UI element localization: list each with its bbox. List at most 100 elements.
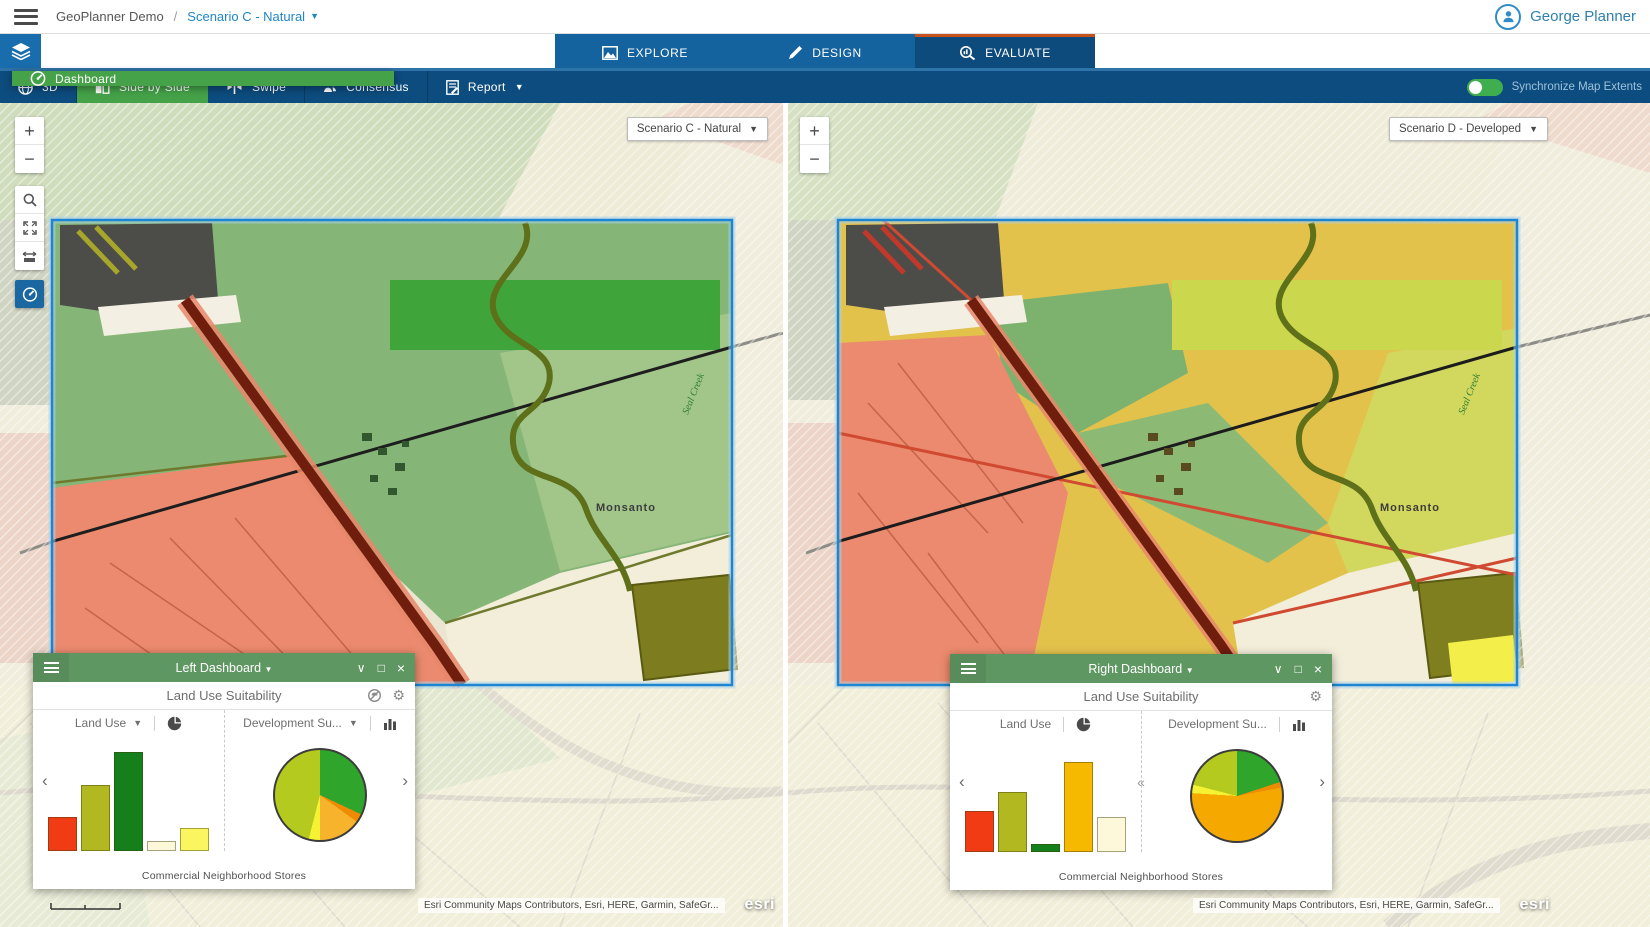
visibility-off-icon[interactable] (367, 688, 382, 703)
full-extent-icon[interactable] (15, 214, 44, 242)
left-dashboard-title: Left Dashboard (176, 661, 261, 675)
dashboard-gauge-icon[interactable] (15, 280, 44, 308)
town-label: Monsanto (1380, 502, 1440, 514)
land-use-chart-cell: Land Use (950, 711, 1141, 852)
chart-selector[interactable]: Land Use (1000, 717, 1051, 731)
zoom-out-button[interactable]: − (800, 145, 829, 173)
prev-chart-arrow[interactable]: ‹ (42, 771, 48, 791)
breadcrumb-separator: / (174, 9, 178, 24)
chevron-down-icon: ▼ (515, 83, 524, 92)
avatar-icon (1495, 4, 1521, 30)
left-scenario-value: Scenario C - Natural (637, 123, 741, 135)
zoom-out-button[interactable]: − (15, 145, 44, 173)
close-icon[interactable]: × (397, 661, 405, 675)
report-button[interactable]: Report ▼ (428, 71, 542, 103)
chart-selector[interactable]: Development Su... (1168, 717, 1267, 731)
report-icon (446, 80, 459, 95)
widget-title: Land Use Suitability (950, 689, 1332, 704)
zoom-in-button[interactable]: + (800, 117, 829, 145)
map-compare-area: Monsanto Seal Creek + − Scenario (0, 103, 1650, 927)
dashboard-gauge-icon (30, 71, 46, 86)
right-dashboard-title: Right Dashboard (1088, 662, 1182, 676)
pie-chart-icon[interactable] (167, 716, 182, 731)
pie-chart-icon[interactable] (1076, 717, 1091, 732)
land-use-bar-chart (48, 738, 209, 851)
panel-menu-icon[interactable] (950, 654, 986, 683)
right-attribution: Esri Community Maps Contributors, Esri, … (1193, 896, 1550, 914)
left-map-panel[interactable]: Monsanto Seal Creek + − Scenario (0, 103, 783, 927)
scenario-breadcrumb-label: Scenario C - Natural (187, 9, 305, 24)
evaluate-icon (959, 45, 976, 60)
attribution-text: Esri Community Maps Contributors, Esri, … (418, 898, 725, 913)
sync-extents-label: Synchronize Map Extents (1512, 81, 1642, 93)
collapse-charts-arrow[interactable]: « (1137, 774, 1145, 790)
right-dashboard-header[interactable]: Right Dashboard ▼ ∨ □ × (950, 654, 1332, 683)
next-chart-arrow[interactable]: › (1319, 772, 1325, 792)
measure-icon[interactable] (15, 242, 44, 270)
tab-explore[interactable]: EXPLORE (555, 34, 735, 68)
right-scenario-selector[interactable]: Scenario D - Developed ▼ (1389, 117, 1548, 141)
user-menu[interactable]: George Planner (1495, 4, 1636, 30)
development-pie-chart (1190, 749, 1284, 843)
widget-title-row: Land Use Suitability ⚙ (33, 682, 415, 710)
tab-design-label: DESIGN (812, 46, 862, 60)
collapse-icon[interactable]: ∨ (357, 662, 366, 674)
dashboard-label: Dashboard (55, 72, 116, 86)
chart-selector[interactable]: Development Su... (243, 716, 342, 730)
tab-explore-label: EXPLORE (627, 46, 688, 60)
chevron-down-icon[interactable]: ▼ (349, 719, 358, 728)
bar-chart-icon[interactable] (1292, 718, 1306, 731)
attribution-text: Esri Community Maps Contributors, Esri, … (1193, 898, 1500, 913)
charts-area: Land Use Development Su... (950, 711, 1332, 852)
development-chart-cell: Development Su... ▼ (224, 710, 415, 851)
sync-extents-toggle[interactable] (1467, 79, 1503, 96)
left-scenario-selector[interactable]: Scenario C - Natural ▼ (627, 117, 768, 141)
left-dashboard-tool (15, 280, 44, 308)
esri-logo: esri (1520, 896, 1550, 914)
development-pie-chart (273, 748, 367, 842)
zoom-in-button[interactable]: + (15, 117, 44, 145)
bar-chart-icon[interactable] (383, 717, 397, 730)
search-icon[interactable] (15, 186, 44, 214)
dashboard-button[interactable]: Dashboard (12, 71, 394, 86)
gear-icon[interactable]: ⚙ (392, 687, 405, 704)
right-zoom-controls: + − (800, 117, 829, 173)
chevron-down-icon: ▼ (310, 12, 319, 21)
panel-menu-icon[interactable] (33, 653, 69, 682)
land-use-chart-cell: Land Use ▼ (33, 710, 224, 851)
left-dashboard-panel[interactable]: Left Dashboard ▼ ∨ □ × Land Use Suitabil… (33, 653, 415, 889)
menu-icon[interactable] (14, 9, 38, 25)
tab-evaluate[interactable]: EVALUATE (915, 34, 1095, 68)
left-attribution: Esri Community Maps Contributors, Esri, … (418, 896, 775, 914)
left-dashboard-header[interactable]: Left Dashboard ▼ ∨ □ × (33, 653, 415, 682)
left-map-tools (15, 186, 44, 270)
maximize-icon[interactable]: □ (1295, 663, 1302, 675)
tab-evaluate-label: EVALUATE (985, 46, 1051, 60)
town-label: Monsanto (596, 502, 656, 514)
scenario-breadcrumb[interactable]: Scenario C - Natural ▼ (187, 9, 319, 24)
report-label: Report (468, 80, 506, 94)
maximize-icon[interactable]: □ (378, 662, 385, 674)
right-dashboard-panel[interactable]: Right Dashboard ▼ ∨ □ × Land Use Suitabi… (950, 654, 1332, 890)
chevron-down-icon: ▼ (1186, 666, 1194, 675)
chevron-down-icon[interactable]: ▼ (133, 719, 142, 728)
esri-logo: esri (745, 896, 775, 914)
mode-tab-strip: EXPLORE DESIGN EVALUATE (555, 34, 1095, 68)
tab-design[interactable]: DESIGN (735, 34, 915, 68)
evaluate-toolbar: 3D Side by Side Swipe Consensus Report ▼… (0, 68, 1650, 103)
layers-button[interactable] (0, 34, 41, 68)
left-zoom-controls: + − (15, 117, 44, 173)
top-bar: GeoPlanner Demo / Scenario C - Natural ▼… (0, 0, 1650, 34)
collapse-icon[interactable]: ∨ (1274, 663, 1283, 675)
next-chart-arrow[interactable]: › (402, 771, 408, 791)
right-scenario-value: Scenario D - Developed (1399, 123, 1521, 135)
user-name: George Planner (1530, 8, 1636, 25)
gear-icon[interactable]: ⚙ (1309, 688, 1322, 705)
right-map-panel[interactable]: Monsanto Seal Creek + − Scenario D - Dev… (788, 103, 1650, 927)
prev-chart-arrow[interactable]: ‹ (959, 772, 965, 792)
development-chart-cell: Development Su... (1141, 711, 1332, 852)
dashboard-footer-label: Commercial Neighborhood Stores (950, 871, 1332, 883)
chart-selector[interactable]: Land Use (75, 716, 126, 730)
land-use-bar-chart (965, 739, 1126, 852)
close-icon[interactable]: × (1314, 662, 1322, 676)
